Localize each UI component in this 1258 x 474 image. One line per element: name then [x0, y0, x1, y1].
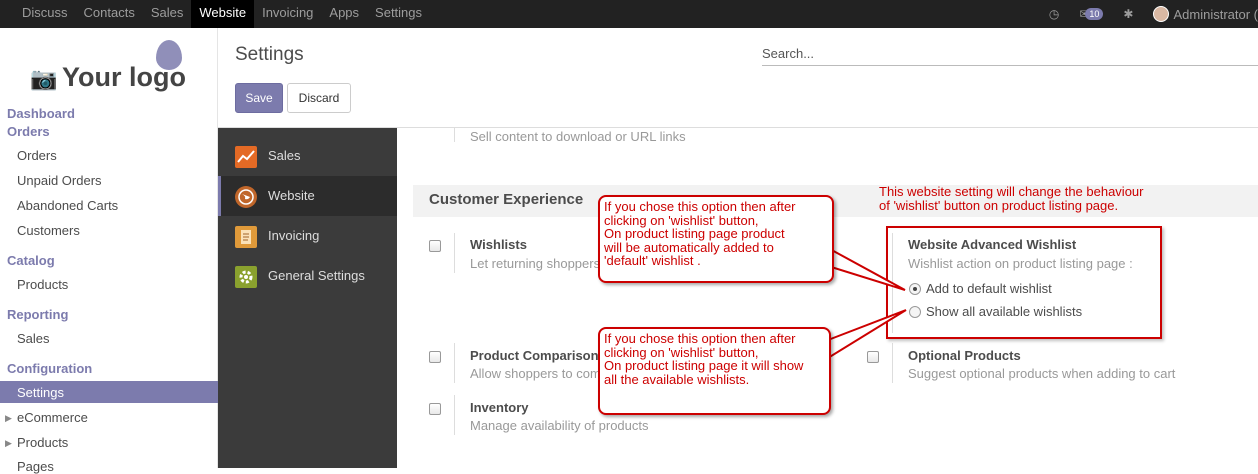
top-navbar: Discuss Contacts Sales Website Invoicing…: [0, 0, 1258, 28]
invoice-icon: [235, 226, 257, 248]
inventory-desc: Manage availability of products: [470, 418, 649, 433]
user-menu[interactable]: Administrator (: [1173, 7, 1258, 22]
sidebar-item-label: Settings: [17, 385, 64, 400]
sidebar-section-configuration[interactable]: Configuration: [7, 361, 92, 376]
annotation-callout-default: If you chose this option then after clic…: [598, 195, 834, 283]
sidebar-section-reporting[interactable]: Reporting: [7, 307, 68, 322]
menu-discuss[interactable]: Discuss: [14, 0, 76, 28]
divider: [892, 343, 893, 383]
tab-sales[interactable]: Sales: [218, 136, 397, 176]
divider: [454, 128, 455, 142]
menu-sales[interactable]: Sales: [143, 0, 192, 28]
digital-content-desc: Sell content to download or URL links: [470, 129, 686, 144]
inventory-checkbox[interactable]: [429, 403, 441, 415]
sidebar-item-customers[interactable]: Customers: [17, 223, 80, 238]
sidebar-item-dashboard[interactable]: Dashboard: [7, 106, 75, 121]
annotation-note: This website setting will change the beh…: [879, 184, 1144, 213]
product-comparison-title: Product Comparison: [470, 348, 599, 363]
sidebar-item-pages[interactable]: Pages: [17, 459, 54, 474]
bug-icon[interactable]: ✱: [1123, 7, 1133, 21]
product-comparison-desc: Allow shoppers to com: [470, 366, 601, 381]
optional-products-checkbox[interactable]: [867, 351, 879, 363]
highlight-box: [886, 226, 1162, 339]
menu-website[interactable]: Website: [191, 0, 255, 28]
divider: [454, 343, 455, 383]
sidebar-item-abandoned-carts[interactable]: Abandoned Carts: [17, 198, 118, 213]
avatar[interactable]: [1153, 6, 1170, 22]
message-count-badge: 10: [1085, 8, 1104, 20]
messaging-button[interactable]: ✉ 10: [1079, 7, 1104, 21]
gear-icon: [235, 266, 257, 288]
tab-label: Sales: [268, 148, 301, 163]
product-comparison-checkbox[interactable]: [429, 351, 441, 363]
tab-label: General Settings: [268, 268, 365, 283]
search-input[interactable]: Search...: [762, 44, 1258, 66]
clock-icon[interactable]: ◷: [1049, 7, 1059, 21]
sidebar-item-config-products[interactable]: Products: [17, 435, 68, 450]
tab-label: Website: [268, 188, 315, 203]
divider: [454, 233, 455, 273]
page-title: Settings: [235, 44, 304, 65]
sidebar-item-products[interactable]: Products: [17, 277, 68, 292]
discard-button[interactable]: Discard: [287, 83, 351, 113]
menu-invoicing[interactable]: Invoicing: [254, 0, 321, 28]
tab-website[interactable]: Website: [218, 176, 397, 216]
optional-products-title: Optional Products: [908, 348, 1021, 363]
menu-settings[interactable]: Settings: [367, 0, 430, 28]
company-logo[interactable]: 📷 Your logo: [30, 40, 190, 100]
annotation-callout-all: If you chose this option then after clic…: [598, 327, 831, 415]
tab-label: Invoicing: [268, 228, 320, 243]
tab-invoicing[interactable]: Invoicing: [218, 216, 397, 256]
sidebar-section-orders[interactable]: Orders: [7, 124, 50, 139]
sidebar-item-sales[interactable]: Sales: [17, 331, 50, 346]
wishlists-title: Wishlists: [470, 237, 527, 252]
main-menu: Discuss Contacts Sales Website Invoicing…: [14, 0, 430, 28]
wishlists-checkbox[interactable]: [429, 240, 441, 252]
menu-contacts[interactable]: Contacts: [76, 0, 143, 28]
section-title: Customer Experience: [429, 191, 584, 208]
divider: [454, 395, 455, 435]
camera-icon: 📷: [30, 66, 58, 91]
sidebar-item-orders[interactable]: Orders: [17, 148, 57, 163]
inventory-title: Inventory: [470, 400, 529, 415]
tab-general-settings[interactable]: General Settings: [218, 256, 397, 296]
settings-app-sidebar: Sales Website Invoicing General Settings: [218, 128, 397, 468]
control-panel: Settings Search... Save Discard: [218, 28, 1258, 128]
wishlists-desc: Let returning shoppers: [470, 256, 601, 271]
caret-right-icon[interactable]: ▶: [5, 438, 12, 449]
globe-icon: [235, 186, 257, 208]
save-button[interactable]: Save: [235, 83, 283, 113]
sidebar-item-settings[interactable]: Settings: [0, 381, 218, 403]
left-sidebar: 📷 Your logo Dashboard Orders Orders Unpa…: [0, 28, 218, 474]
caret-right-icon[interactable]: ▶: [5, 413, 12, 424]
logo-text: Your logo: [62, 62, 186, 92]
menu-apps[interactable]: Apps: [321, 0, 367, 28]
sales-chart-icon: [235, 146, 257, 168]
sidebar-item-unpaid-orders[interactable]: Unpaid Orders: [17, 173, 102, 188]
search-placeholder: Search...: [762, 46, 815, 61]
sidebar-item-ecommerce[interactable]: eCommerce: [17, 410, 88, 425]
optional-products-desc: Suggest optional products when adding to…: [908, 366, 1176, 381]
sidebar-section-catalog[interactable]: Catalog: [7, 253, 55, 268]
systray: ◷ ✉ 10 ✱ Administrator (: [1049, 0, 1258, 28]
